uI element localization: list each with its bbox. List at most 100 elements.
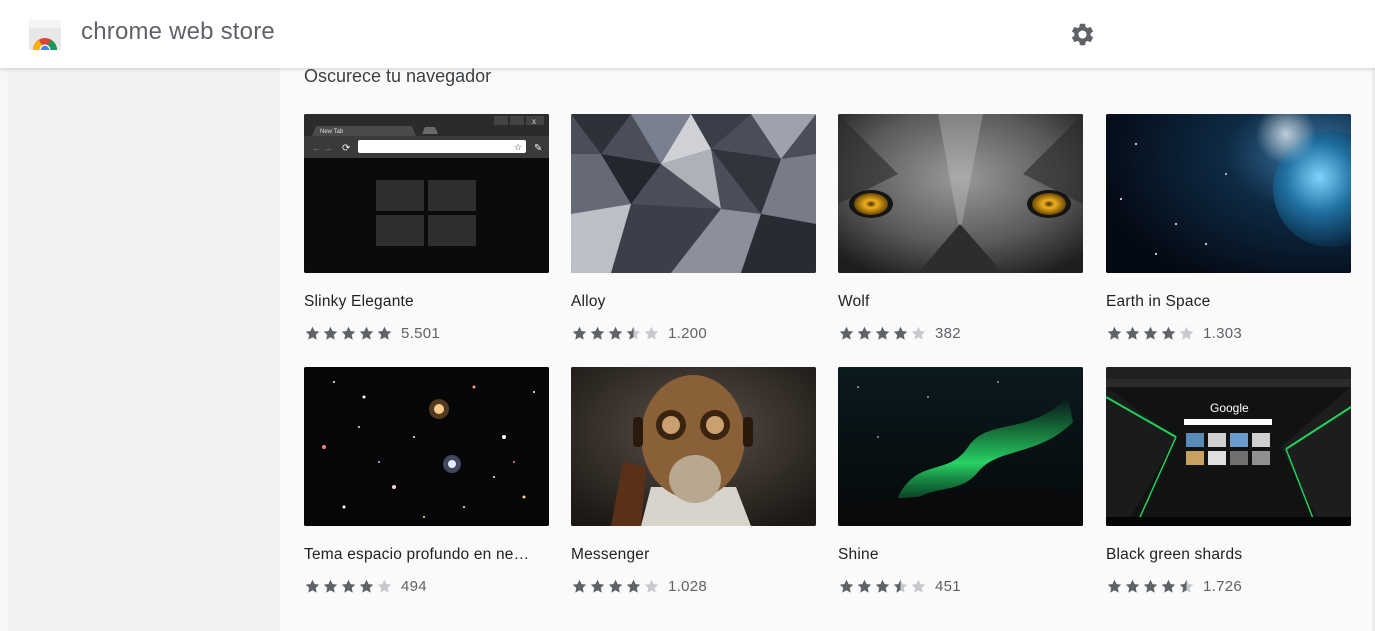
star-rating <box>571 578 661 595</box>
svg-text:⟳: ⟳ <box>342 143 351 154</box>
rating: 1.028 <box>571 576 816 596</box>
star-filled-icon <box>875 579 890 593</box>
theme-name[interactable]: Slinky Elegante <box>304 293 549 311</box>
star-filled-icon <box>875 326 890 340</box>
star-empty-icon <box>377 579 392 593</box>
star-empty-icon <box>911 326 926 340</box>
theme-card[interactable]: Messenger 1.028 <box>571 367 816 596</box>
star-filled-icon <box>626 579 641 593</box>
star-filled-icon <box>1107 326 1122 340</box>
star-filled-icon <box>590 579 605 593</box>
rating-count: 1.200 <box>668 324 708 342</box>
theme-card[interactable]: Wolf 382 <box>838 114 1083 343</box>
star-filled-icon <box>1161 579 1176 593</box>
rating: 494 <box>304 576 549 596</box>
star-empty-icon <box>644 326 659 340</box>
svg-text:☆: ☆ <box>514 142 522 152</box>
rating: 382 <box>838 323 1083 343</box>
rating-count: 451 <box>935 577 961 595</box>
rating: 5.501 <box>304 323 549 343</box>
theme-thumbnail[interactable] <box>571 367 816 526</box>
star-rating <box>1106 325 1196 342</box>
star-filled-icon <box>1125 326 1140 340</box>
preview-logo-text: Google <box>1210 401 1249 415</box>
star-half-icon <box>626 326 641 340</box>
theme-thumbnail[interactable] <box>571 114 816 273</box>
theme-name[interactable]: Earth in Space <box>1106 293 1351 311</box>
preview-tab-label: New Tab <box>320 129 344 135</box>
theme-card[interactable]: New Tab x ← → ⟳ ☆ ✎ Slinky Elegante 5.50… <box>304 114 549 343</box>
star-empty-icon <box>911 579 926 593</box>
star-filled-icon <box>341 326 356 340</box>
svg-text:← →: ← → <box>312 143 333 153</box>
star-half-icon <box>893 579 908 593</box>
star-filled-icon <box>893 326 908 340</box>
star-filled-icon <box>305 579 320 593</box>
star-filled-icon <box>572 326 587 340</box>
star-filled-icon <box>341 579 356 593</box>
star-filled-icon <box>359 579 374 593</box>
star-filled-icon <box>839 326 854 340</box>
star-rating <box>1106 578 1196 595</box>
star-rating <box>571 325 661 342</box>
star-filled-icon <box>1143 326 1158 340</box>
rating-count: 1.726 <box>1203 577 1243 595</box>
star-filled-icon <box>608 326 623 340</box>
star-filled-icon <box>590 326 605 340</box>
theme-thumbnail[interactable]: New Tab x ← → ⟳ ☆ ✎ <box>304 114 549 273</box>
star-filled-icon <box>359 326 374 340</box>
theme-name[interactable]: Black green shards <box>1106 546 1351 564</box>
theme-thumbnail[interactable] <box>1106 114 1351 273</box>
theme-name[interactable]: Wolf <box>838 293 1083 311</box>
top-bar: chrome web store <box>0 0 1375 68</box>
star-rating <box>838 578 928 595</box>
theme-card[interactable]: Shine 451 <box>838 367 1083 596</box>
rating: 1.200 <box>571 323 816 343</box>
section-title: Oscurece tu navegador <box>304 66 492 86</box>
star-filled-icon <box>839 579 854 593</box>
star-filled-icon <box>1143 579 1158 593</box>
rating-count: 382 <box>935 324 961 342</box>
star-filled-icon <box>572 579 587 593</box>
rating-count: 494 <box>401 577 427 595</box>
star-filled-icon <box>323 579 338 593</box>
star-filled-icon <box>857 326 872 340</box>
theme-card[interactable]: Google Black green shards 1.726 <box>1106 367 1351 596</box>
theme-card[interactable]: Alloy 1.200 <box>571 114 816 343</box>
store-title[interactable]: chrome web store <box>81 18 275 46</box>
theme-thumbnail[interactable] <box>304 367 549 526</box>
star-rating <box>838 325 928 342</box>
svg-text:x: x <box>532 117 536 126</box>
star-filled-icon <box>305 326 320 340</box>
star-filled-icon <box>857 579 872 593</box>
theme-name[interactable]: Messenger <box>571 546 816 564</box>
rating: 1.726 <box>1106 576 1351 596</box>
star-filled-icon <box>1161 326 1176 340</box>
star-filled-icon <box>608 579 623 593</box>
theme-thumbnail[interactable] <box>838 367 1083 526</box>
rating-count: 5.501 <box>401 324 441 342</box>
rating-count: 1.303 <box>1203 324 1243 342</box>
theme-name[interactable]: Shine <box>838 546 1083 564</box>
star-empty-icon <box>644 579 659 593</box>
svg-text:✎: ✎ <box>534 143 542 154</box>
theme-card[interactable]: Tema espacio profundo en ne… 494 <box>304 367 549 596</box>
left-sidebar <box>8 68 280 631</box>
star-filled-icon <box>377 326 392 340</box>
star-rating <box>304 578 394 595</box>
gear-icon[interactable] <box>1069 21 1096 48</box>
rating-count: 1.028 <box>668 577 708 595</box>
rating: 1.303 <box>1106 323 1351 343</box>
chrome-web-store-logo[interactable] <box>28 20 62 50</box>
theme-thumbnail[interactable] <box>838 114 1083 273</box>
theme-card[interactable]: Earth in Space 1.303 <box>1106 114 1351 343</box>
star-filled-icon <box>1107 579 1122 593</box>
theme-name[interactable]: Tema espacio profundo en ne… <box>304 546 549 564</box>
star-rating <box>304 325 394 342</box>
star-half-icon <box>1179 579 1194 593</box>
rating: 451 <box>838 576 1083 596</box>
star-filled-icon <box>1125 579 1140 593</box>
theme-name[interactable]: Alloy <box>571 293 816 311</box>
star-empty-icon <box>1179 326 1194 340</box>
theme-thumbnail[interactable]: Google <box>1106 367 1351 526</box>
